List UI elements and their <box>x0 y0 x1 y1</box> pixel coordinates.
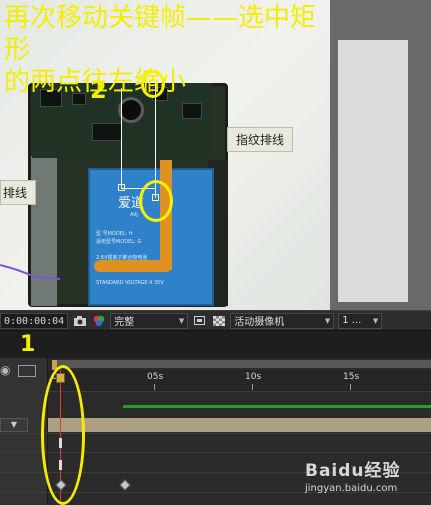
viewer-right-area <box>330 0 431 310</box>
ruler-label: 05s <box>147 372 164 382</box>
flex-cable-horizontal <box>94 260 172 272</box>
battery-text: 适用型号MODEL: G <box>96 239 142 245</box>
battery-text: 型 号MODEL: H <box>96 231 133 237</box>
label-cable: 排线 <box>0 180 37 205</box>
layer-dropdown[interactable]: ▼ <box>0 418 28 432</box>
battery-text: STANDARD VOLTAGE:4.35V <box>96 280 164 286</box>
annotation-circle <box>41 365 85 505</box>
baidu-watermark: Baidu经验 jingyan.baidu.com <box>305 456 431 505</box>
composition-icon[interactable] <box>18 365 36 377</box>
composition-viewer[interactable]: 爱道 AIIJ 型 号MODEL: H 适用型号MODEL: G 2.8V锂离子… <box>0 0 431 310</box>
step-number-1: 1 <box>20 332 36 357</box>
step-number-2: 2 <box>90 76 107 104</box>
ruler-tick <box>154 384 155 390</box>
chip <box>92 123 122 141</box>
layer-duration-bar[interactable] <box>123 405 431 408</box>
ruler-label: 10s <box>245 372 262 382</box>
camera-view-value: 活动摄像机 <box>234 317 285 328</box>
label-fingerprint-cable: 指纹排线 <box>227 127 294 152</box>
layer-track-bar[interactable] <box>48 418 431 432</box>
battery-subtitle: AIIJ <box>130 212 138 218</box>
work-area-bar[interactable] <box>52 360 431 368</box>
resolution-value: 完整 <box>114 317 135 328</box>
instruction-line-2: 的两点往左缩小 <box>4 67 187 97</box>
viewer-toolbar: 0:00:00:04 完整 ▼ 活动摄像机 ▼ 1 ... ▼ <box>0 310 431 330</box>
chip <box>182 103 202 119</box>
ruler-label: 15s <box>343 372 360 382</box>
chevron-down-icon: ▼ <box>372 316 379 325</box>
viewer-strip <box>338 40 408 302</box>
views-value: 1 ... <box>342 315 362 326</box>
camera-view-select[interactable]: 活动摄像机 ▼ <box>230 312 335 329</box>
timecode-display[interactable]: 0:00:00:04 <box>0 312 69 329</box>
views-select[interactable]: 1 ... ▼ <box>338 312 383 329</box>
chevron-down-icon: ▼ <box>178 316 185 325</box>
time-ruler[interactable] <box>48 370 431 392</box>
annotation-circle <box>139 180 173 222</box>
ruler-tick <box>350 384 351 390</box>
eye-icon[interactable]: ◉ <box>0 364 14 376</box>
color-channels-icon[interactable] <box>91 313 106 328</box>
purple-wire <box>0 264 60 280</box>
region-of-interest-icon[interactable] <box>192 313 207 328</box>
transparency-grid-icon[interactable] <box>211 313 226 328</box>
motion-path-line <box>121 88 122 188</box>
keyframe-point[interactable] <box>118 184 125 191</box>
instruction-title: 再次移动关键帧——选中矩形 的两点往左缩小 <box>4 2 334 98</box>
watermark-brand: Baidu经验 <box>305 461 401 481</box>
timeline-header <box>0 330 431 358</box>
instruction-line-1: 再次移动关键帧——选中矩形 <box>4 3 317 65</box>
chevron-down-icon: ▼ <box>324 316 331 325</box>
resolution-select[interactable]: 完整 ▼ <box>110 312 189 329</box>
ruler-tick <box>252 384 253 390</box>
watermark-url: jingyan.baidu.com <box>305 483 398 494</box>
camera-icon[interactable] <box>72 313 87 328</box>
